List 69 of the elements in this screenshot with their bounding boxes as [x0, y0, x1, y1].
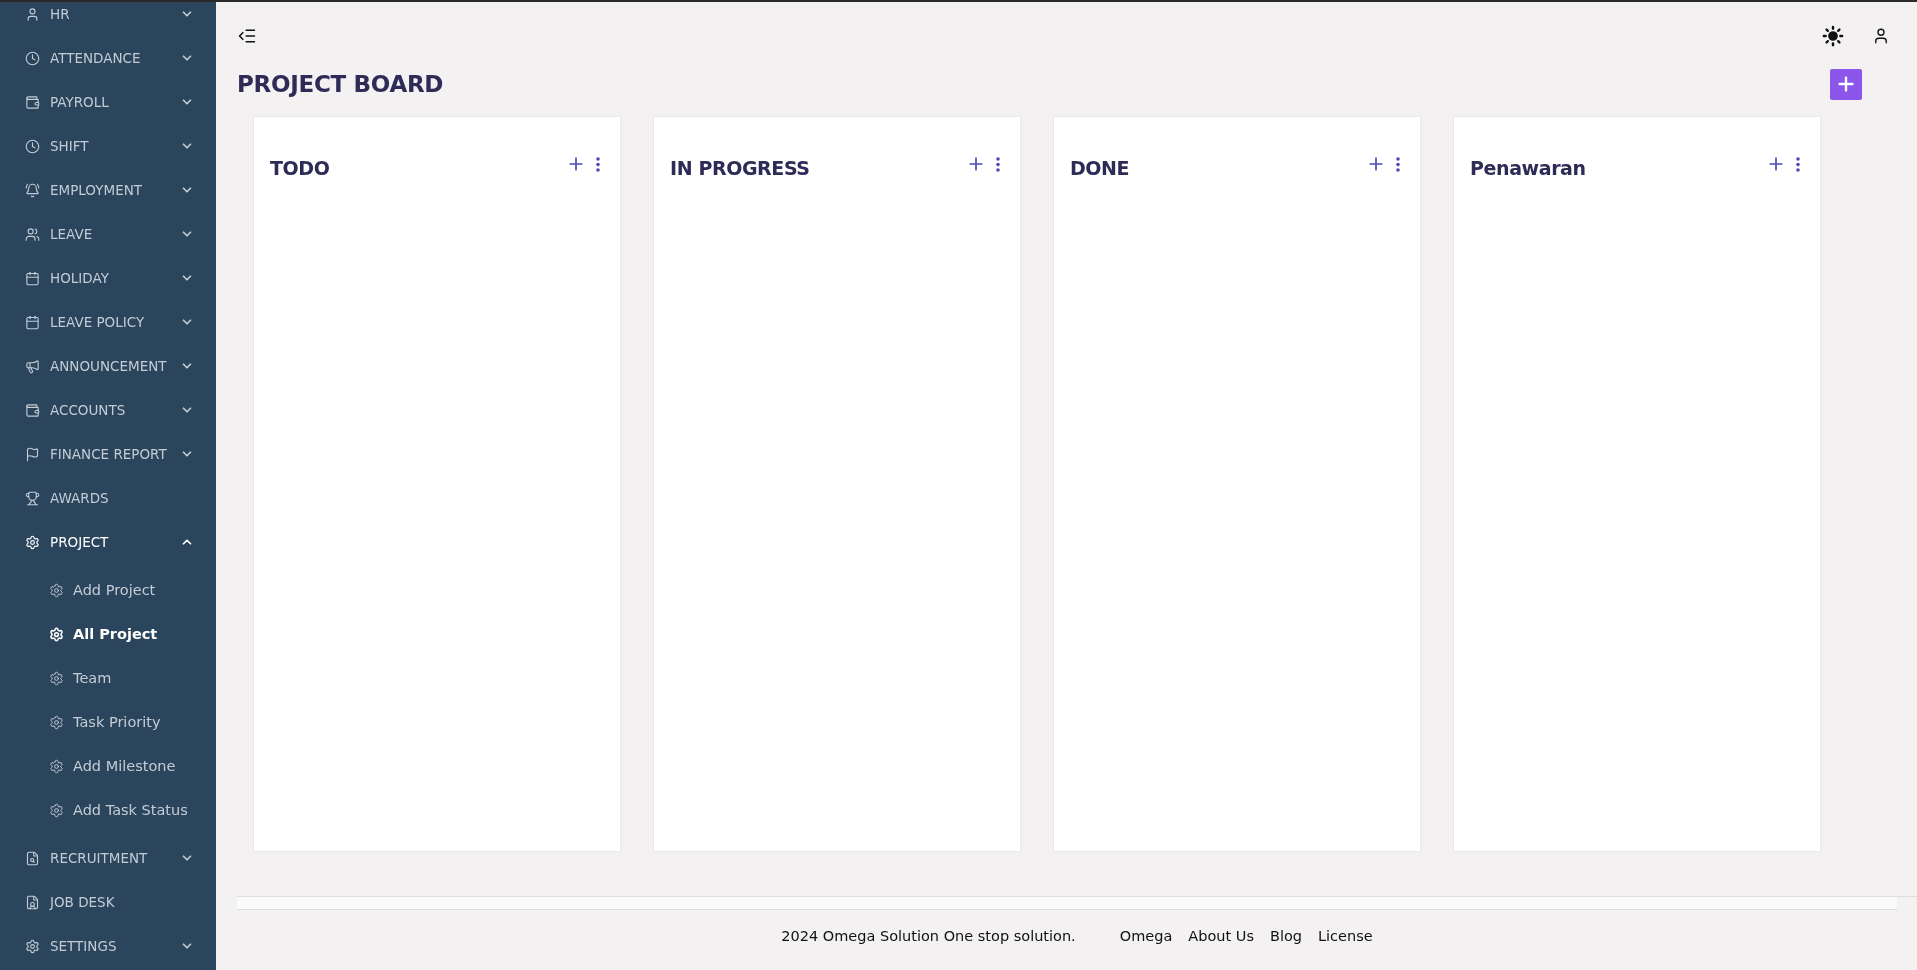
bell-icon: [25, 182, 40, 198]
more-icon: [996, 156, 1000, 172]
gear-icon: [49, 670, 64, 686]
megaphone-icon: [25, 358, 40, 374]
gear-icon: [49, 626, 64, 642]
gear-icon: [49, 714, 64, 730]
calendar-icon: [25, 314, 40, 330]
sidebar-item[interactable]: LEAVE POLICY: [0, 300, 216, 344]
more-options-button[interactable]: [596, 156, 600, 172]
submenu-item[interactable]: Add Milestone: [0, 744, 216, 788]
sidebar-item[interactable]: SETTINGS: [0, 924, 216, 968]
document-search-icon: [25, 850, 40, 866]
add-button[interactable]: [1830, 68, 1862, 100]
flag-icon: [25, 446, 40, 462]
sidebar-item[interactable]: RECRUITMENT: [0, 836, 216, 880]
sidebar-item[interactable]: ATTENDANCE: [0, 36, 216, 80]
sun-icon: [1822, 25, 1844, 47]
gear-icon: [49, 758, 64, 774]
sidebar-item[interactable]: LEAVE: [0, 212, 216, 256]
copyright-text: 2024 Omega Solution One stop solution.: [781, 928, 1076, 944]
submenu-item[interactable]: Task Priority: [0, 700, 216, 744]
wallet-icon: [25, 402, 40, 418]
gear-icon: [49, 802, 64, 818]
sidebar-item[interactable]: HOLIDAY: [0, 256, 216, 300]
wallet-icon: [25, 94, 40, 110]
people-icon: [25, 226, 40, 242]
column-title: Penawaran: [1470, 156, 1586, 179]
submenu-item[interactable]: Team: [0, 656, 216, 700]
sidebar-item[interactable]: PAYROLL: [0, 80, 216, 124]
document-person-icon: [25, 894, 40, 910]
column-title: IN PROGRESS: [670, 156, 810, 179]
sidebar-item[interactable]: AWARDS: [0, 476, 216, 520]
gear-icon: [25, 534, 40, 550]
gear-icon: [25, 938, 40, 954]
theme-toggle-button[interactable]: [1822, 25, 1844, 47]
sidebar-item[interactable]: ACCOUNTS: [0, 388, 216, 432]
trophy-icon: [25, 490, 40, 506]
sidebar-item[interactable]: HR: [0, 2, 216, 36]
gear-icon: [49, 582, 64, 598]
submenu-item[interactable]: Add Project: [0, 568, 216, 612]
footer-link[interactable]: Omega: [1119, 928, 1173, 944]
clock-icon: [25, 138, 40, 154]
menu-collapse-button[interactable]: [237, 26, 257, 46]
user-icon: [1872, 27, 1890, 45]
more-options-button[interactable]: [1396, 156, 1400, 172]
submenu-item[interactable]: All Project: [0, 612, 216, 656]
menu-icon: [237, 26, 257, 46]
sidebar-item[interactable]: PROJECT: [0, 520, 216, 564]
more-icon: [1796, 156, 1800, 172]
submenu-item[interactable]: Add Task Status: [0, 788, 216, 832]
column-title: DONE: [1070, 156, 1130, 179]
page-title: PROJECT BOARD: [237, 71, 444, 97]
sidebar-item[interactable]: JOB DESK: [0, 880, 216, 924]
footer-link[interactable]: Blog: [1269, 928, 1302, 944]
more-icon: [596, 156, 600, 172]
more-icon: [1396, 156, 1400, 172]
column-title: TODO: [270, 156, 330, 179]
footer-link[interactable]: License: [1318, 928, 1373, 944]
more-options-button[interactable]: [996, 156, 1000, 172]
calendar-icon: [25, 270, 40, 286]
more-options-button[interactable]: [1796, 156, 1800, 172]
sidebar-item[interactable]: EMPLOYMENT: [0, 168, 216, 212]
sidebar-item[interactable]: ANNOUNCEMENT: [0, 344, 216, 388]
user-menu-button[interactable]: [1872, 27, 1890, 45]
sidebar-item[interactable]: FINANCE REPORT: [0, 432, 216, 476]
sidebar-item[interactable]: SHIFT: [0, 124, 216, 168]
person-icon: [25, 6, 40, 22]
clock-icon: [25, 50, 40, 66]
footer-link[interactable]: About Us: [1188, 928, 1254, 944]
